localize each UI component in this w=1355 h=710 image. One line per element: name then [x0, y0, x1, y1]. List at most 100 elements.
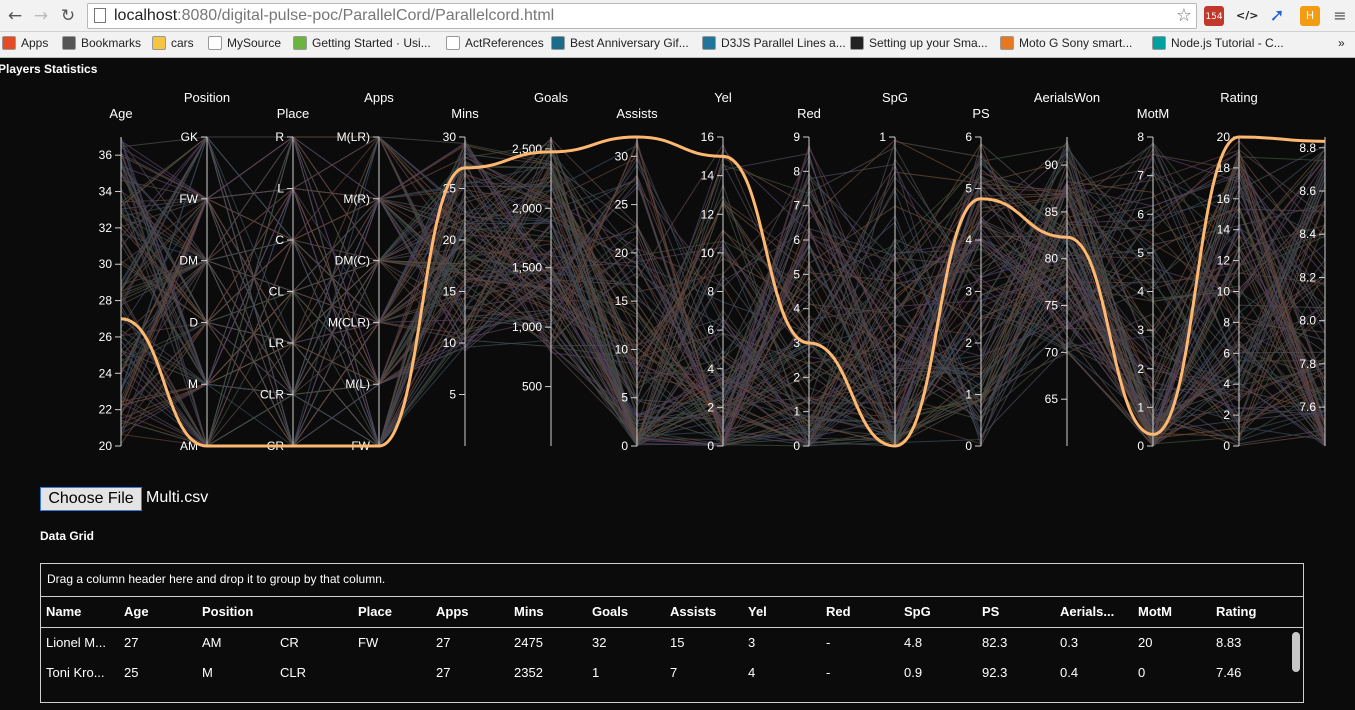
- axis-title: Mins: [451, 106, 479, 121]
- tick-label: 1: [793, 405, 800, 419]
- tick-label: 7.6: [1299, 400, 1316, 414]
- bookmark-item[interactable]: Setting up your Sma...: [850, 36, 988, 50]
- group-drop-area[interactable]: Drag a column header here and drop it to…: [41, 564, 1303, 597]
- table-cell: 0.3: [1060, 635, 1079, 650]
- forward-arrow-icon[interactable]: →: [30, 5, 52, 27]
- column-header[interactable]: MotM: [1138, 604, 1172, 619]
- tick-label: 2: [793, 370, 800, 384]
- tick-label: 30: [443, 130, 457, 144]
- tick-label: 28: [99, 294, 113, 308]
- parallel-coordinates-chart[interactable]: Age202224262830323436PositionAMMDDMFWGKP…: [0, 88, 1355, 483]
- choose-file-button[interactable]: Choose File: [40, 487, 142, 511]
- column-header[interactable]: SpG: [904, 604, 931, 619]
- data-grid: Drag a column header here and drop it to…: [40, 563, 1304, 703]
- http-extension-icon[interactable]: H: [1300, 6, 1320, 26]
- bookmark-icon: [1152, 36, 1166, 50]
- bookmark-item[interactable]: Bookmarks: [62, 36, 141, 50]
- bookmark-item[interactable]: Getting Started · Usi...: [293, 36, 431, 50]
- scrollbar-thumb[interactable]: [1292, 632, 1300, 672]
- bookmark-icon: [2, 36, 16, 50]
- bookmark-item[interactable]: ActReferences: [446, 36, 544, 50]
- tick-label: 2,000: [512, 201, 542, 215]
- table-cell: 92.3: [982, 665, 1008, 680]
- tick-label: 14: [1217, 223, 1231, 237]
- table-cell: 27: [436, 665, 451, 680]
- bookmark-item[interactable]: D3JS Parallel Lines a...: [702, 36, 846, 50]
- bookmark-item[interactable]: Apps: [2, 36, 48, 50]
- column-header[interactable]: Assists: [670, 604, 716, 619]
- axis-title: MotM: [1137, 106, 1170, 121]
- tick-label: M(CLR): [328, 315, 370, 329]
- lock-extension-icon[interactable]: 154: [1204, 6, 1224, 26]
- table-cell: 8.83: [1216, 635, 1242, 650]
- column-header[interactable]: Age: [124, 604, 149, 619]
- tick-label: M(LR): [337, 130, 370, 144]
- bookmark-item[interactable]: MySource: [208, 36, 281, 50]
- bookmark-icon: [551, 36, 565, 50]
- bookmark-icon: [293, 36, 307, 50]
- tick-label: 10: [1217, 285, 1231, 299]
- tick-label: 36: [99, 148, 113, 162]
- tick-label: M: [188, 377, 198, 391]
- tick-label: 1: [965, 388, 972, 402]
- address-bar[interactable]: localhost:8080/digital-pulse-poc/Paralle…: [87, 3, 1197, 29]
- bookmark-item[interactable]: Best Anniversary Gif...: [551, 36, 689, 50]
- tick-label: 1,000: [512, 320, 542, 334]
- table-cell: -: [826, 665, 831, 680]
- arrow-extension-icon[interactable]: ➚: [1267, 6, 1287, 26]
- tick-label: 20: [615, 246, 629, 260]
- bookmark-item[interactable]: Node.js Tutorial - C...: [1152, 36, 1284, 50]
- tick-label: DM: [179, 254, 198, 268]
- table-cell: 20: [1138, 635, 1153, 650]
- axis-title: Red: [797, 106, 821, 121]
- tick-label: 6: [707, 323, 714, 337]
- tick-label: CL: [269, 285, 285, 299]
- column-header[interactable]: Rating: [1216, 604, 1256, 619]
- bookmark-label: Best Anniversary Gif...: [570, 36, 689, 50]
- tick-label: 8: [793, 164, 800, 178]
- tick-label: 65: [1045, 392, 1059, 406]
- column-header[interactable]: Yel: [748, 604, 767, 619]
- tick-label: 1,500: [512, 261, 542, 275]
- tick-label: 1: [1137, 400, 1144, 414]
- url-text: localhost:8080/digital-pulse-poc/Paralle…: [114, 7, 554, 25]
- bookmark-label: Apps: [21, 36, 49, 50]
- table-row[interactable]: Lionel M... 27 AM CR FW 27 2475 32 15 3 - 4.8 82.3 0.…: [41, 628, 1303, 658]
- bookmark-label: Bookmarks: [81, 36, 142, 50]
- code-extension-icon[interactable]: </>: [1236, 6, 1258, 26]
- menu-icon[interactable]: ≡: [1330, 6, 1350, 26]
- column-header[interactable]: Red: [826, 604, 851, 619]
- table-cell: 25: [124, 665, 139, 680]
- grid-scrollbar[interactable]: [1291, 630, 1301, 710]
- tick-label: DM(C): [335, 254, 370, 268]
- tick-label: 2: [707, 400, 714, 414]
- tick-label: 3: [1137, 323, 1144, 337]
- reload-icon[interactable]: ↻: [57, 5, 79, 27]
- tick-label: 5: [965, 182, 972, 196]
- column-header[interactable]: Aerials...: [1060, 604, 1114, 619]
- bookmark-icon: [446, 36, 460, 50]
- table-cell: 2352: [514, 665, 543, 680]
- table-row[interactable]: Toni Kro... 25 M CLR 27 2352 1 7 4 - 0.9 92.3 0.4 0 7.…: [41, 658, 1303, 688]
- column-header[interactable]: Goals: [592, 604, 628, 619]
- bookmark-item[interactable]: cars: [152, 36, 194, 50]
- column-header[interactable]: Apps: [436, 604, 469, 619]
- tick-label: M(L): [345, 377, 370, 391]
- tick-label: FW: [179, 192, 198, 206]
- column-header[interactable]: Mins: [514, 604, 544, 619]
- bookmark-item[interactable]: Moto G Sony smart...: [1000, 36, 1132, 50]
- tick-label: 6: [1223, 346, 1230, 360]
- page-content: Players Statistics Age 20 22 24 26 28 30 32 34 36…: [0, 58, 1355, 703]
- column-header[interactable]: Position: [202, 604, 253, 619]
- table-cell: M: [202, 665, 213, 680]
- bookmark-icon: [1000, 36, 1014, 50]
- bookmark-star-icon[interactable]: ☆: [1176, 5, 1192, 26]
- tick-label: 1: [879, 130, 886, 144]
- column-header[interactable]: PS: [982, 604, 999, 619]
- back-arrow-icon[interactable]: ←: [4, 5, 26, 27]
- tick-label: 20: [443, 233, 457, 247]
- axis-title: Place: [277, 106, 310, 121]
- bookmarks-more-icon[interactable]: »: [1338, 36, 1345, 50]
- column-header[interactable]: Name: [46, 604, 81, 619]
- column-header[interactable]: Place: [358, 604, 392, 619]
